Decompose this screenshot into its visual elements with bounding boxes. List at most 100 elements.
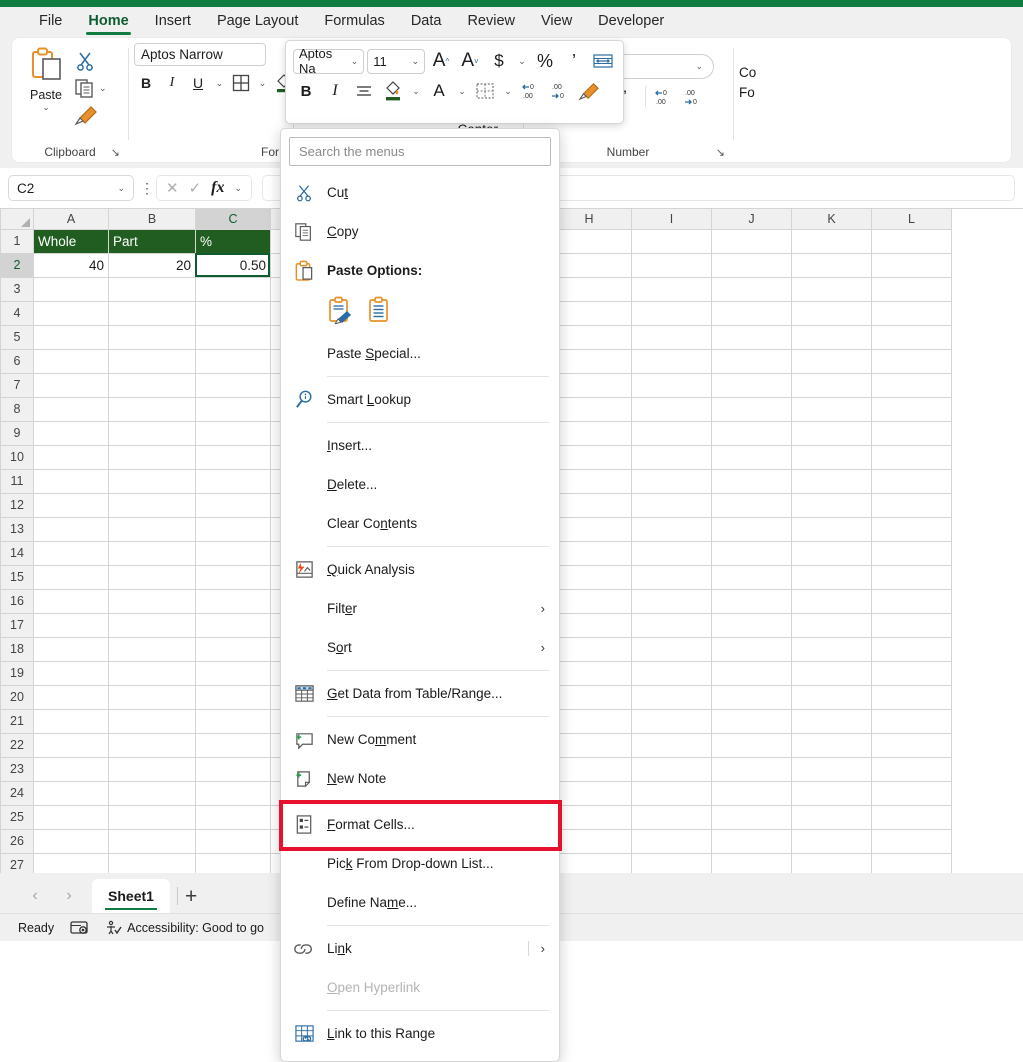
column-header-l[interactable]: L	[871, 209, 952, 230]
cell-C4[interactable]	[195, 300, 271, 326]
cell-I2[interactable]	[631, 252, 712, 278]
mini-decrease-decimal-button[interactable]: 0 .00	[518, 78, 544, 105]
cell-B22[interactable]	[108, 732, 196, 758]
cell-C21[interactable]	[195, 708, 271, 734]
cell-I7[interactable]	[631, 372, 712, 398]
cell-C27[interactable]	[195, 852, 271, 873]
cell-L24[interactable]	[871, 780, 952, 806]
cell-L7[interactable]	[871, 372, 952, 398]
cell-L4[interactable]	[871, 300, 952, 326]
cell-L9[interactable]	[871, 420, 952, 446]
cell-L3[interactable]	[871, 276, 952, 302]
cell-J22[interactable]	[711, 732, 792, 758]
copy-chevron-down-icon[interactable]: ⌄	[99, 83, 107, 94]
cell-B20[interactable]	[108, 684, 196, 710]
cell-L10[interactable]	[871, 444, 952, 470]
menu-item-pick-from-list[interactable]: Pick From Drop-down List...	[281, 844, 559, 883]
cell-K9[interactable]	[791, 420, 872, 446]
cell-A25[interactable]	[33, 804, 109, 830]
cell-J19[interactable]	[711, 660, 792, 686]
row-header-23[interactable]: 23	[0, 756, 34, 782]
paste-values-icon[interactable]	[367, 296, 391, 324]
cell-L11[interactable]	[871, 468, 952, 494]
cell-B3[interactable]	[108, 276, 196, 302]
cell-I6[interactable]	[631, 348, 712, 374]
cell-K6[interactable]	[791, 348, 872, 374]
underline-chevron-down-icon[interactable]: ⌄	[212, 71, 227, 95]
paste-chevron-down-icon[interactable]: ⌄	[42, 102, 50, 113]
cell-L14[interactable]	[871, 540, 952, 566]
cell-I9[interactable]	[631, 420, 712, 446]
cell-C5[interactable]	[195, 324, 271, 350]
shrink-font-button[interactable]: A ˅	[457, 48, 483, 75]
row-header-13[interactable]: 13	[0, 516, 34, 542]
font-name-box[interactable]: Aptos Narrow	[134, 43, 266, 66]
cell-J1[interactable]	[711, 228, 792, 254]
mini-font-color-button[interactable]: A	[426, 78, 452, 105]
cell-K24[interactable]	[791, 780, 872, 806]
mini-fill-color-button[interactable]	[380, 78, 406, 105]
cell-J25[interactable]	[711, 804, 792, 830]
cell-I20[interactable]	[631, 684, 712, 710]
cell-C23[interactable]	[195, 756, 271, 782]
cell-I24[interactable]	[631, 780, 712, 806]
cell-B24[interactable]	[108, 780, 196, 806]
cell-J13[interactable]	[711, 516, 792, 542]
cell-I14[interactable]	[631, 540, 712, 566]
mini-italic-button[interactable]: I	[322, 78, 348, 105]
cell-C2[interactable]: 0.50	[195, 252, 271, 278]
mini-font-name-chevron-down-icon[interactable]: ⌄	[351, 56, 359, 67]
cell-J4[interactable]	[711, 300, 792, 326]
previous-sheet-button[interactable]: ‹	[18, 879, 52, 913]
name-box-chevron-down-icon[interactable]: ⌄	[117, 183, 125, 194]
cell-L16[interactable]	[871, 588, 952, 614]
cell-B7[interactable]	[108, 372, 196, 398]
menu-item-paste-special[interactable]: Paste Special...	[281, 334, 559, 373]
cell-C22[interactable]	[195, 732, 271, 758]
cell-C16[interactable]	[195, 588, 271, 614]
cell-J2[interactable]	[711, 252, 792, 278]
cell-J24[interactable]	[711, 780, 792, 806]
cell-I27[interactable]	[631, 852, 712, 873]
cell-L27[interactable]	[871, 852, 952, 873]
cell-L25[interactable]	[871, 804, 952, 830]
cell-C14[interactable]	[195, 540, 271, 566]
record-macro-button[interactable]	[70, 920, 88, 936]
cell-J8[interactable]	[711, 396, 792, 422]
cell-B4[interactable]	[108, 300, 196, 326]
cell-B25[interactable]	[108, 804, 196, 830]
cell-B8[interactable]	[108, 396, 196, 422]
cell-B26[interactable]	[108, 828, 196, 854]
menu-item-filter[interactable]: Filter ›	[281, 589, 559, 628]
cell-B5[interactable]	[108, 324, 196, 350]
cell-I11[interactable]	[631, 468, 712, 494]
mini-font-name-select[interactable]: Aptos Na ⌄	[293, 46, 365, 76]
column-header-i[interactable]: I	[631, 209, 712, 230]
cell-B12[interactable]	[108, 492, 196, 518]
mini-currency-chevron-down-icon[interactable]: ⌄	[518, 56, 526, 67]
cell-A12[interactable]	[33, 492, 109, 518]
cell-A13[interactable]	[33, 516, 109, 542]
column-header-k[interactable]: K	[791, 209, 872, 230]
cell-I19[interactable]	[631, 660, 712, 686]
cell-C13[interactable]	[195, 516, 271, 542]
cell-L26[interactable]	[871, 828, 952, 854]
cell-L8[interactable]	[871, 396, 952, 422]
cell-B15[interactable]	[108, 564, 196, 590]
paste-button[interactable]: Paste ⌄	[18, 43, 74, 113]
cell-L2[interactable]	[871, 252, 952, 278]
cell-A10[interactable]	[33, 444, 109, 470]
cell-J15[interactable]	[711, 564, 792, 590]
cell-J18[interactable]	[711, 636, 792, 662]
menu-item-new-note[interactable]: New Note	[281, 759, 559, 798]
mini-format-painter-button[interactable]	[576, 78, 602, 105]
row-header-19[interactable]: 19	[0, 660, 34, 686]
cell-K26[interactable]	[791, 828, 872, 854]
row-header-17[interactable]: 17	[0, 612, 34, 638]
cell-B16[interactable]	[108, 588, 196, 614]
cell-I18[interactable]	[631, 636, 712, 662]
cell-C7[interactable]	[195, 372, 271, 398]
cell-I15[interactable]	[631, 564, 712, 590]
mini-percent-button[interactable]: %	[532, 48, 558, 75]
cell-A11[interactable]	[33, 468, 109, 494]
